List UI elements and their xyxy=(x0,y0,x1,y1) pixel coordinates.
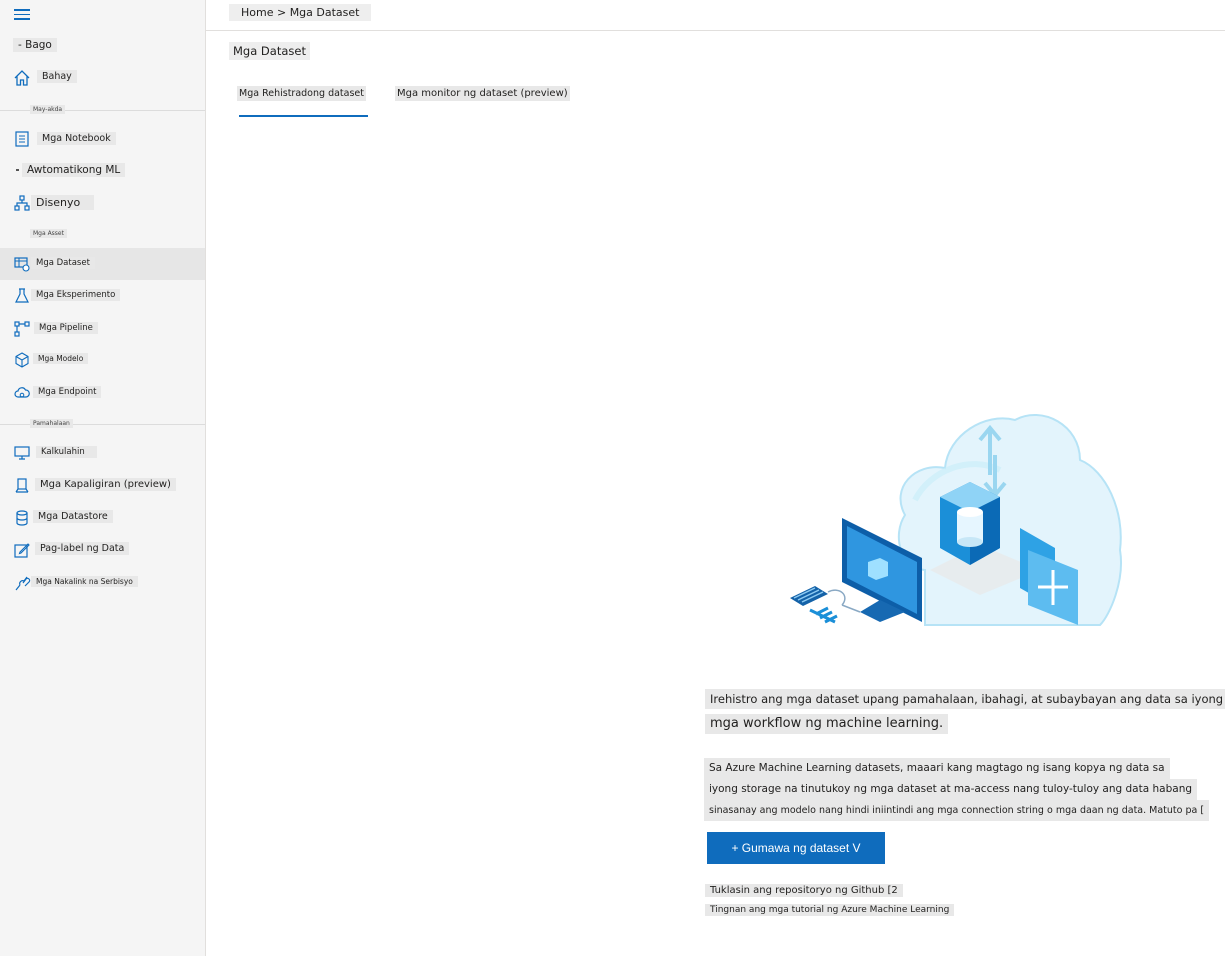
github-repo-link[interactable]: Tuklasin ang repositoryo ng Github [2 xyxy=(705,884,903,897)
hamburger-menu-icon[interactable] xyxy=(14,9,30,21)
create-dataset-button[interactable]: + Gumawa ng dataset V xyxy=(707,832,885,864)
body-line-2: iyong storage na tinutukoy ng mga datase… xyxy=(704,779,1198,800)
automl-icon xyxy=(16,169,19,171)
sidebar-item-label: Awtomatikong ML xyxy=(22,163,126,177)
cube-icon xyxy=(15,352,29,368)
sidebar-item-label: Mga Eksperimento xyxy=(31,289,121,301)
active-tab-indicator xyxy=(239,115,368,117)
sidebar-item-home[interactable]: Bahay xyxy=(0,62,205,94)
sidebar-item-datastores[interactable]: Mga Datastore xyxy=(0,502,205,534)
sidebar-item-automl[interactable]: Awtomatikong ML xyxy=(0,155,205,187)
page-title: Mga Dataset xyxy=(229,42,310,60)
designer-icon xyxy=(14,195,30,211)
new-button[interactable]: - Bago xyxy=(13,38,57,52)
sidebar-item-notebooks[interactable]: Mga Notebook xyxy=(0,123,205,155)
sidebar-item-designer[interactable]: Disenyo xyxy=(0,187,205,219)
sidebar-item-label: Bahay xyxy=(37,70,77,83)
sidebar-item-label: Kalkulahin xyxy=(36,446,97,458)
sidebar-item-data-labeling[interactable]: Pag-label ng Data xyxy=(0,534,205,566)
sidebar-item-label: Pag-label ng Data xyxy=(35,542,130,555)
notebook-icon xyxy=(15,131,29,147)
environment-icon xyxy=(15,478,29,493)
sidebar-item-label: Mga Dataset xyxy=(31,257,95,269)
sidebar-item-label: Mga Endpoint xyxy=(33,386,102,398)
body-line-3[interactable]: sinasanay ang modelo nang hindi iniintin… xyxy=(704,800,1210,821)
sidebar: - Bago Bahay May-akda Mga Notebook Awtom… xyxy=(0,0,206,956)
tutorial-link[interactable]: Tingnan ang mga tutorial ng Azure Machin… xyxy=(705,904,955,916)
breadcrumb[interactable]: Home > Mga Dataset xyxy=(229,4,372,21)
flask-icon xyxy=(15,288,29,303)
sidebar-item-experiments[interactable]: Mga Eksperimento xyxy=(0,280,205,312)
body-line-1: Sa Azure Machine Learning datasets, maaa… xyxy=(704,758,1170,779)
sidebar-item-label: Mga Nakalink na Serbisyo xyxy=(31,576,138,587)
sidebar-item-environments[interactable]: Mga Kapaligiran (preview) xyxy=(0,470,205,502)
monitor-icon xyxy=(14,446,30,460)
section-authoring-label: May-akda xyxy=(30,105,66,114)
sidebar-item-compute[interactable]: Kalkulahin xyxy=(0,437,205,469)
cloud-endpoint-icon xyxy=(14,387,30,398)
top-bar: Home > Mga Dataset xyxy=(206,0,1225,31)
sidebar-item-label: Disenyo xyxy=(31,195,95,210)
sidebar-item-label: Mga Datastore xyxy=(33,510,113,523)
sidebar-item-datasets[interactable]: Mga Dataset xyxy=(0,248,205,280)
sidebar-item-pipelines[interactable]: Mga Pipeline xyxy=(0,313,205,345)
pipeline-icon xyxy=(14,321,30,337)
sidebar-item-models[interactable]: Mga Modelo xyxy=(0,344,205,376)
database-icon xyxy=(16,510,28,526)
sidebar-item-label: Mga Notebook xyxy=(37,132,116,145)
section-manage-label: Pamahalaan xyxy=(30,419,73,428)
link-icon xyxy=(15,576,31,591)
sidebar-item-endpoints[interactable]: Mga Endpoint xyxy=(0,377,205,409)
empty-state-lead: Irehistro ang mga dataset upang pamahala… xyxy=(705,689,1225,734)
section-assets-label: Mga Asset xyxy=(30,229,67,238)
datasets-illustration xyxy=(790,414,1122,626)
tab-dataset-monitors[interactable]: Mga monitor ng dataset (preview) xyxy=(395,86,570,101)
sidebar-item-label: Mga Modelo xyxy=(33,353,89,364)
tab-registered-datasets[interactable]: Mga Rehistradong dataset xyxy=(237,86,366,101)
home-icon xyxy=(14,70,30,86)
edit-icon xyxy=(14,543,30,558)
dataset-icon xyxy=(14,257,30,272)
sidebar-item-label: Mga Kapaligiran (preview) xyxy=(35,478,176,491)
empty-state-body: Sa Azure Machine Learning datasets, maaa… xyxy=(704,758,1210,821)
sidebar-item-label: Mga Pipeline xyxy=(34,322,98,334)
lead-line-2: mga workflow ng machine learning. xyxy=(705,714,949,734)
sidebar-item-linked-services[interactable]: Mga Nakalink na Serbisyo xyxy=(0,567,205,599)
lead-line-1: Irehistro ang mga dataset upang pamahala… xyxy=(705,689,1225,709)
